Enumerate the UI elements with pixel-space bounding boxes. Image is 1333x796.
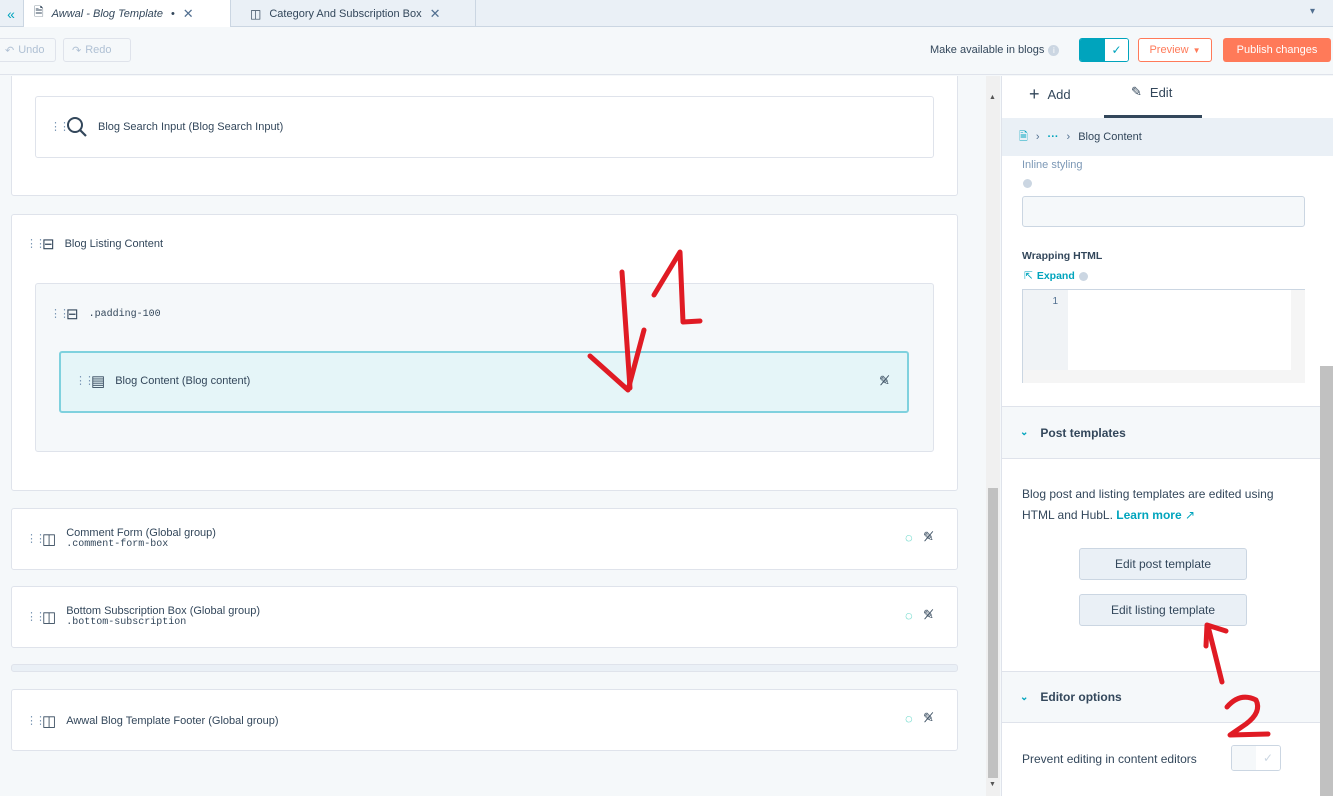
- digit-one-annotation: [651, 249, 703, 325]
- digit-two-annotation: [1224, 694, 1271, 738]
- annotation-overlay: [587, 249, 1271, 738]
- up-arrow-annotation: [1203, 622, 1229, 685]
- down-arrow-annotation: [587, 269, 647, 393]
